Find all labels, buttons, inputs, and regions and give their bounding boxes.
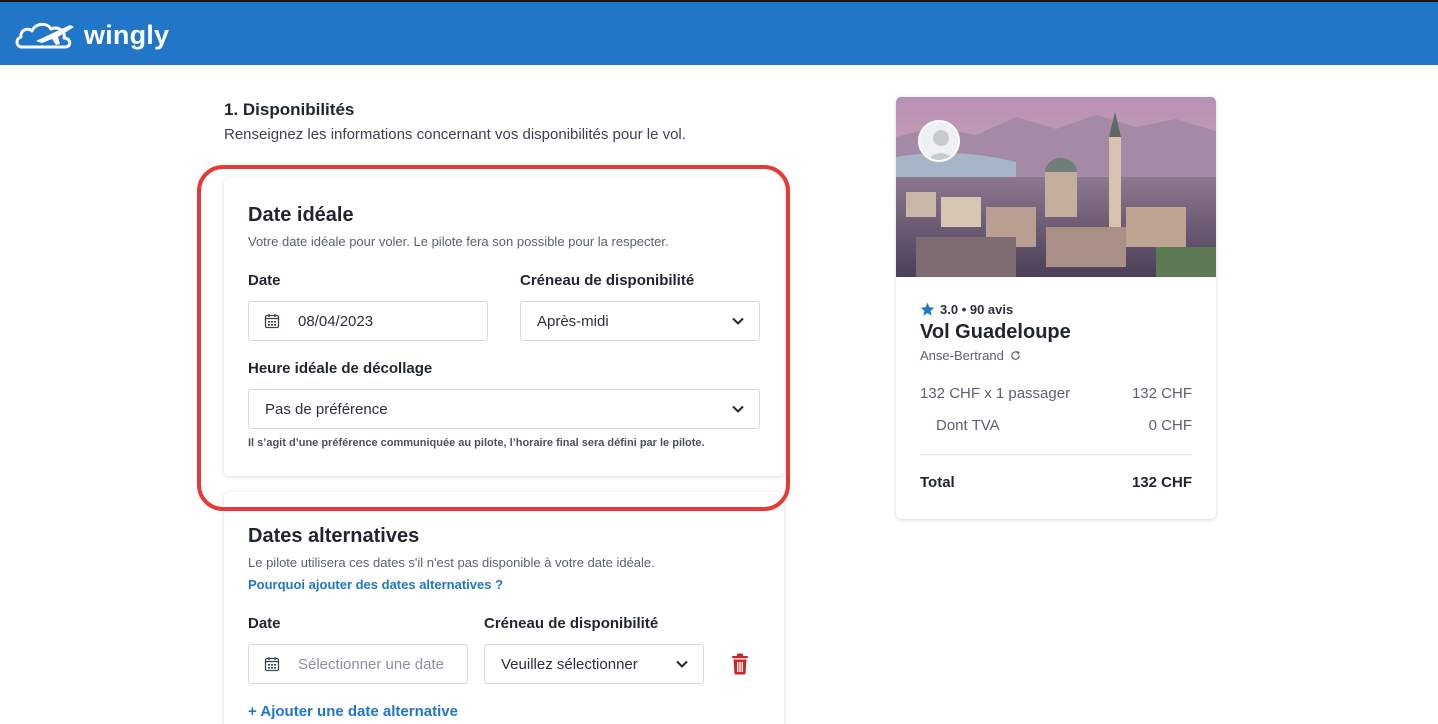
- alt-date-placeholder: Sélectionner une date: [298, 655, 444, 673]
- date-label: Date: [248, 272, 281, 289]
- alt-date-picker[interactable]: Sélectionner une date: [248, 644, 468, 684]
- vat-line-label: Dont TVA: [936, 417, 1000, 434]
- alternative-dates-description: Le pilote utilisera ces dates s'il n'est…: [248, 555, 655, 570]
- section-subtitle: Renseignez les informations concernant v…: [224, 126, 686, 143]
- total-label: Total: [920, 474, 955, 491]
- slot-label: Créneau de disponibilité: [520, 272, 695, 289]
- ideal-date-title: Date idéale: [248, 204, 354, 226]
- ideal-date-card: Date idéale Votre date idéale pour voler…: [224, 178, 784, 476]
- flight-title: Vol Guadeloupe: [920, 321, 1071, 343]
- rating-score: 3.0: [940, 302, 959, 317]
- ideal-date-description: Votre date idéale pour voler. Le pilote …: [248, 234, 669, 249]
- why-alternative-dates-link[interactable]: Pourquoi ajouter des dates alternatives …: [248, 577, 503, 592]
- rating-reviews[interactable]: 90 avis: [970, 302, 1013, 317]
- alt-date-label: Date: [248, 615, 281, 632]
- flight-location: Anse-Bertrand: [920, 348, 1021, 363]
- ideal-date-picker[interactable]: 08/04/2023: [248, 301, 488, 341]
- price-line-value: 132 CHF: [1131, 385, 1192, 402]
- chevron-down-icon: [676, 660, 688, 668]
- section-title: 1. Disponibilités: [224, 100, 355, 119]
- top-navigation-bar: wingly: [0, 0, 1438, 65]
- divider: [920, 454, 1192, 455]
- ideal-slot-select[interactable]: Après-midi: [520, 301, 760, 341]
- alt-slot-label: Créneau de disponibilité: [484, 615, 659, 632]
- alt-slot-value: Veuillez sélectionner: [501, 655, 638, 673]
- calendar-icon: [264, 657, 280, 672]
- brand-logo[interactable]: wingly: [14, 16, 169, 54]
- wingly-logo-icon: [15, 22, 74, 49]
- rating: 3.0 • 90 avis: [920, 302, 1013, 317]
- calendar-icon: [264, 314, 280, 329]
- pilot-avatar[interactable]: [918, 120, 960, 162]
- rating-separator: •: [958, 302, 970, 317]
- add-alternative-date-link[interactable]: + Ajouter une date alternative: [248, 703, 458, 720]
- total-line: Total 132 CHF: [920, 474, 1192, 491]
- ideal-slot-value: Après-midi: [537, 312, 609, 330]
- alternative-dates-title: Dates alternatives: [248, 525, 420, 547]
- round-trip-icon: [1011, 350, 1020, 360]
- alternative-dates-card: Dates alternatives Le pilote utilisera c…: [224, 492, 784, 724]
- total-value: 132 CHF: [1131, 474, 1192, 491]
- vat-line-value: 0 CHF: [1148, 417, 1192, 434]
- location-name: Anse-Bertrand: [920, 348, 1004, 363]
- alt-slot-select[interactable]: Veuillez sélectionner: [484, 644, 704, 684]
- vat-line: Dont TVA 0 CHF: [920, 417, 1192, 434]
- trash-icon[interactable]: [731, 653, 749, 675]
- price-line: 132 CHF x 1 passager 132 CHF: [920, 385, 1192, 402]
- brand-name: wingly: [84, 19, 170, 50]
- price-line-label: 132 CHF x 1 passager: [920, 385, 1071, 402]
- takeoff-time-select[interactable]: Pas de préférence: [248, 389, 760, 429]
- takeoff-time-value: Pas de préférence: [265, 400, 388, 418]
- chevron-down-icon: [732, 317, 744, 325]
- star-icon: [920, 302, 935, 316]
- takeoff-time-hint: Il s’agit d’une préférence communiquée a…: [248, 437, 705, 449]
- ideal-date-value: 08/04/2023: [298, 312, 374, 330]
- takeoff-time-label: Heure idéale de décollage: [248, 360, 433, 377]
- chevron-down-icon: [732, 405, 744, 413]
- flight-summary-card: 3.0 • 90 avis Vol Guadeloupe Anse-Bertra…: [896, 97, 1216, 519]
